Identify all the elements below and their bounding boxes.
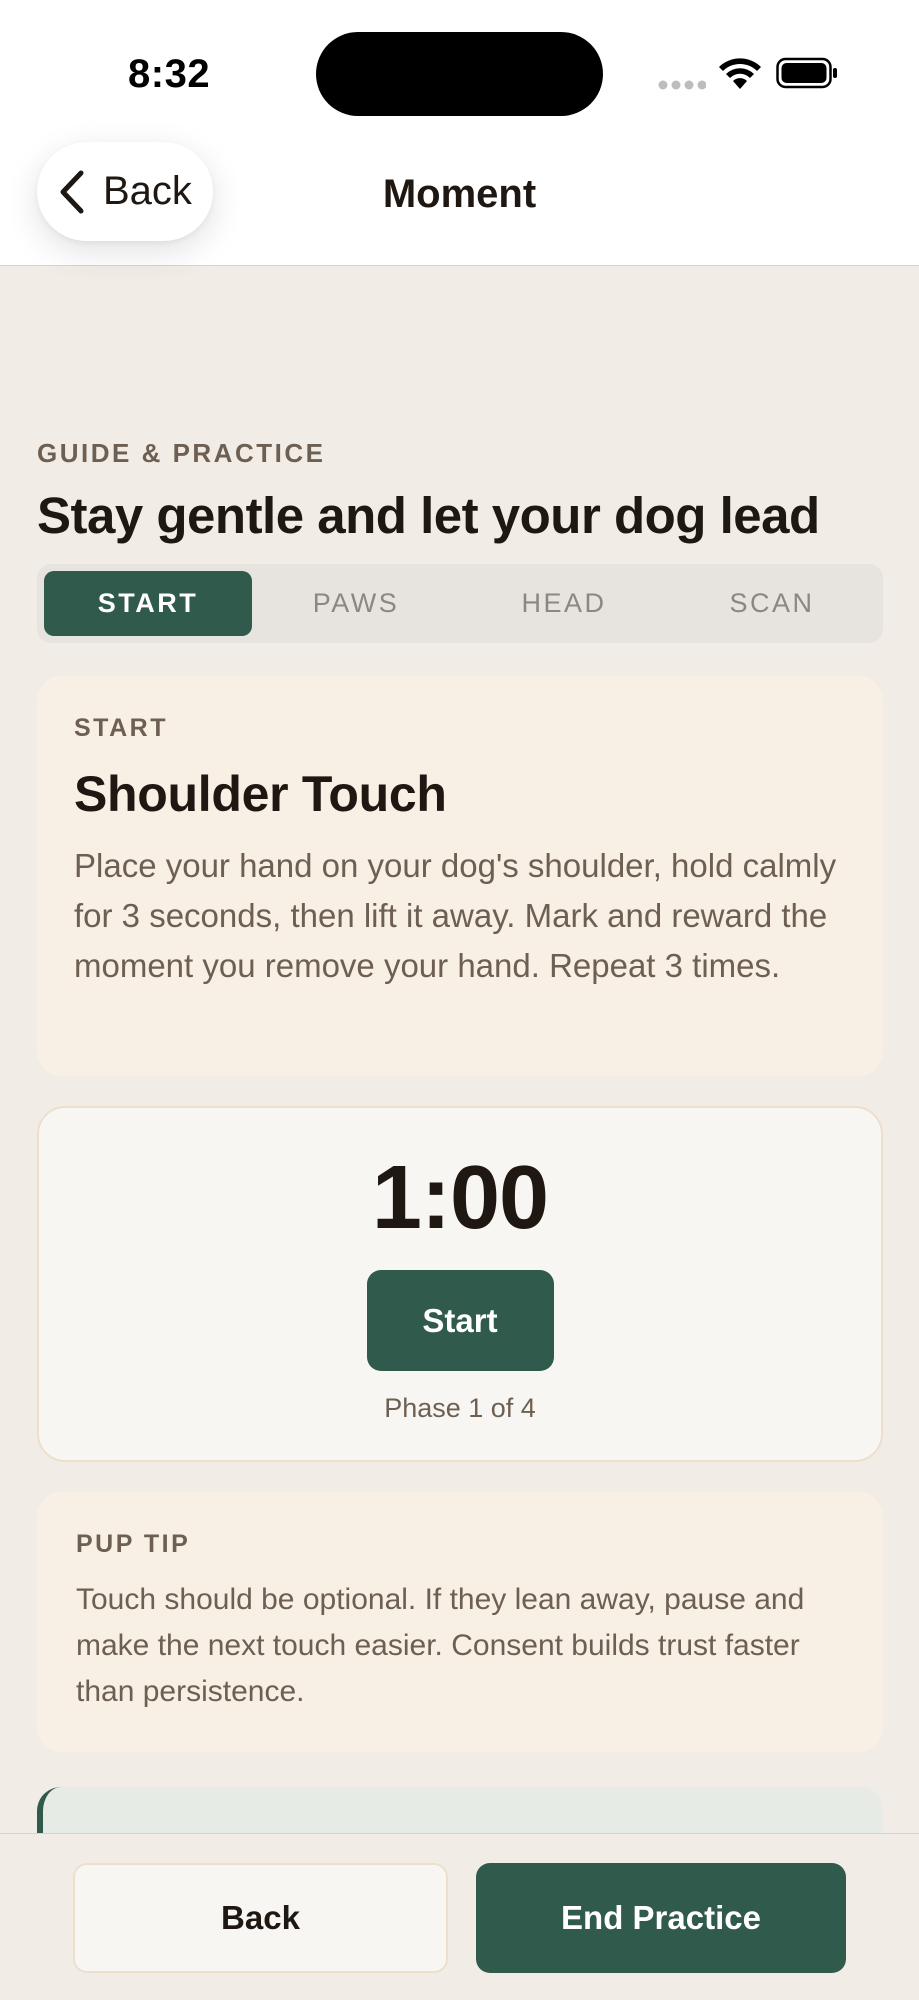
back-button[interactable]: Back bbox=[73, 1863, 448, 1973]
section-eyebrow: GUIDE & PRACTICE bbox=[37, 438, 326, 468]
timer-phase-label: Phase 1 of 4 bbox=[384, 1393, 536, 1423]
tab-start[interactable]: START bbox=[44, 571, 252, 636]
phase-tabs: START PAWS HEAD SCAN bbox=[37, 564, 883, 643]
timer-card: 1:00 Start Phase 1 of 4 bbox=[37, 1106, 883, 1462]
status-bar: 8:32 bbox=[0, 0, 919, 140]
tab-head[interactable]: HEAD bbox=[460, 571, 668, 636]
page-title: Stay gentle and let your dog lead bbox=[37, 487, 820, 544]
tip-card: PUP TIP Touch should be optional. If the… bbox=[37, 1492, 883, 1752]
wifi-icon bbox=[719, 58, 761, 89]
tab-scan[interactable]: SCAN bbox=[668, 571, 876, 636]
bottom-action-bar: Back End Practice bbox=[0, 1833, 919, 2000]
nav-title: Moment bbox=[382, 172, 537, 216]
timer-start-button[interactable]: Start bbox=[366, 1270, 554, 1371]
step-description: Place your hand on your dog's shoulder, … bbox=[74, 847, 837, 984]
battery-icon bbox=[776, 57, 837, 89]
tab-paws[interactable]: PAWS bbox=[252, 571, 460, 636]
dynamic-island bbox=[316, 32, 603, 116]
tip-text: Touch should be optional. If they lean a… bbox=[76, 1583, 805, 1708]
nav-bar: Back Moment bbox=[0, 140, 919, 266]
end-practice-button[interactable]: End Practice bbox=[476, 1863, 846, 1973]
step-card: START Shoulder Touch Place your hand on … bbox=[37, 676, 883, 1076]
step-eyebrow: START bbox=[74, 714, 168, 742]
step-title: Shoulder Touch bbox=[74, 766, 447, 822]
cellular-signal-icon bbox=[658, 80, 706, 90]
tip-eyebrow: PUP TIP bbox=[76, 1530, 191, 1558]
status-time: 8:32 bbox=[128, 52, 211, 96]
timer-value: 1:00 bbox=[371, 1148, 549, 1248]
